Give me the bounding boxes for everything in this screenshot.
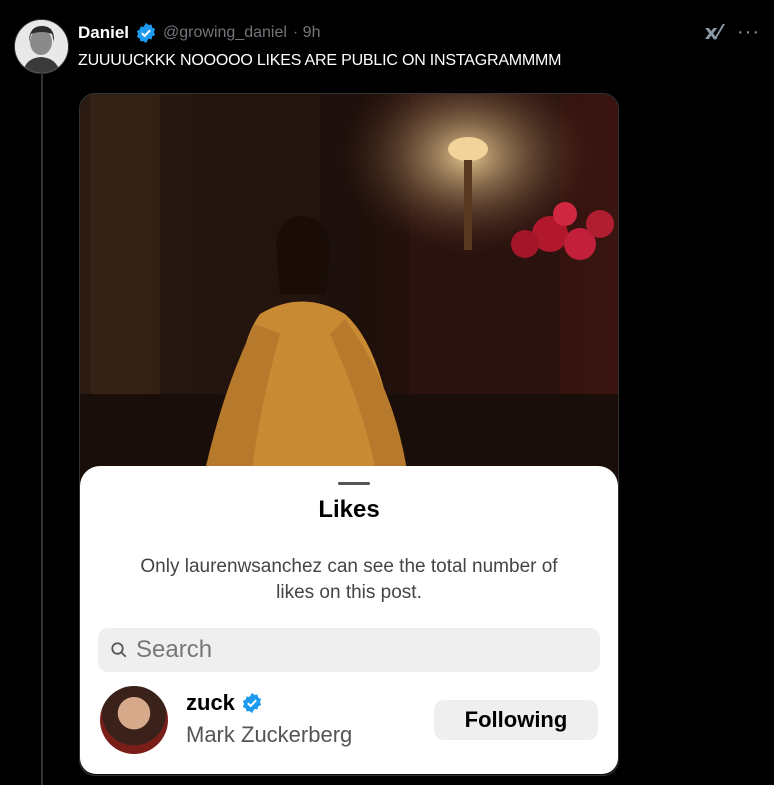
author-handle[interactable]: @growing_daniel bbox=[163, 24, 287, 42]
tweet-header: Daniel @growing_daniel · 9h bbox=[78, 22, 320, 44]
post-time[interactable]: · 9h bbox=[293, 24, 321, 42]
verified-badge-icon bbox=[136, 22, 156, 44]
username-text: zuck bbox=[186, 690, 235, 715]
likes-title: Likes bbox=[318, 496, 380, 523]
verified-badge-icon bbox=[242, 692, 261, 714]
search-icon bbox=[111, 642, 127, 658]
thread-line bbox=[41, 74, 43, 785]
like-username[interactable]: zuck bbox=[186, 690, 263, 716]
tweet-text: ZUUUUCKKK NOOOOO LIKES ARE PUBLIC ON INS… bbox=[78, 52, 562, 69]
instagram-photo bbox=[80, 94, 618, 504]
like-list-item[interactable]: zuck Mark Zuckerberg Following bbox=[98, 686, 600, 758]
likes-privacy-note: Only laurenwsanchez can see the total nu… bbox=[140, 556, 558, 603]
grok-icon[interactable]: x⁄ bbox=[705, 20, 721, 44]
drag-handle[interactable] bbox=[338, 482, 370, 485]
avatar-image bbox=[15, 20, 68, 73]
more-options-icon[interactable]: ··· bbox=[737, 21, 760, 44]
search-placeholder: Search bbox=[136, 636, 213, 663]
likes-search-input[interactable]: Search bbox=[98, 628, 600, 672]
likes-sheet: Likes Only laurenwsanchez can see the to… bbox=[80, 466, 618, 774]
author-avatar[interactable] bbox=[14, 19, 69, 74]
zuck-avatar[interactable] bbox=[100, 686, 168, 754]
following-button[interactable]: Following bbox=[434, 700, 598, 740]
tweet-media[interactable]: Likes Only laurenwsanchez can see the to… bbox=[79, 93, 619, 776]
author-name[interactable]: Daniel bbox=[78, 23, 129, 43]
tweet-actions-top: x⁄ ··· bbox=[705, 20, 760, 44]
like-full-name: Mark Zuckerberg bbox=[186, 722, 353, 747]
